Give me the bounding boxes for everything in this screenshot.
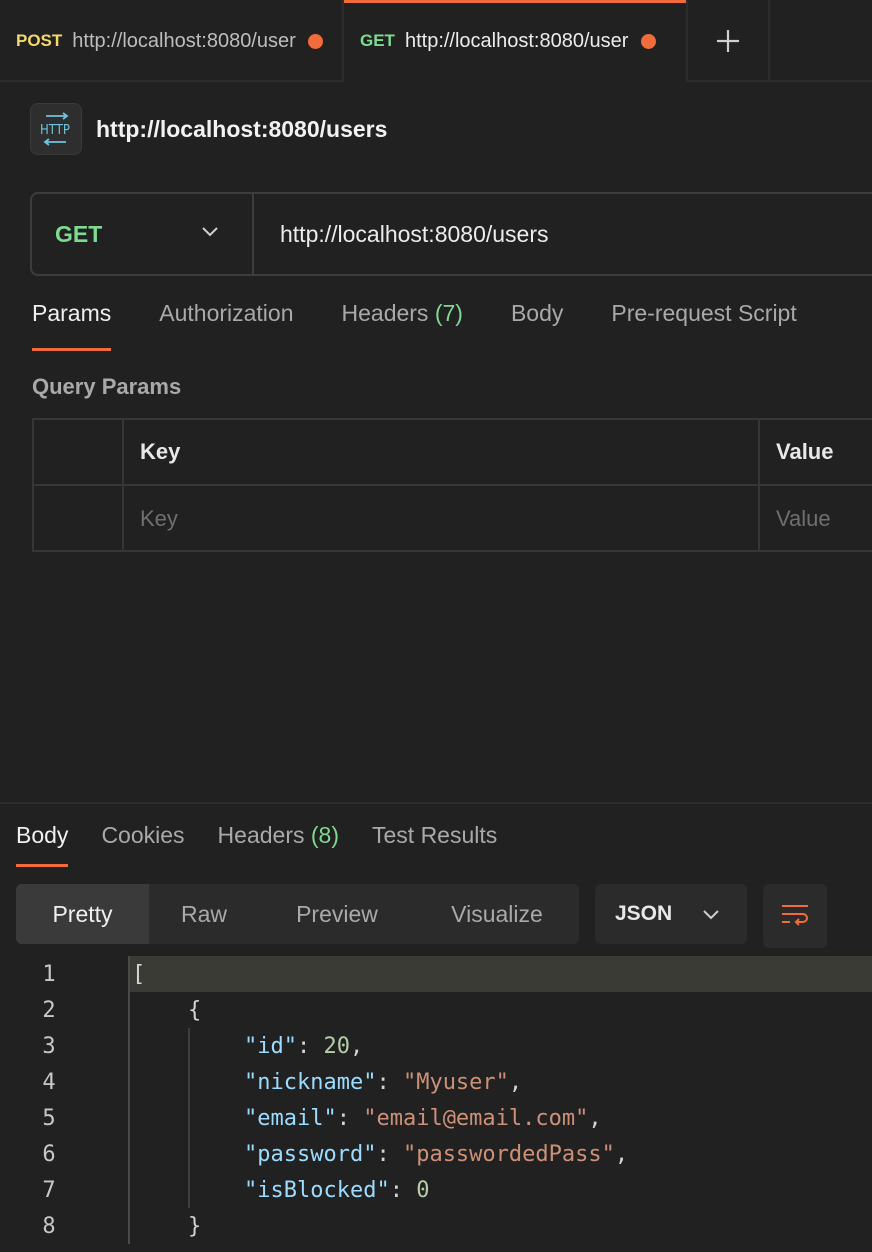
response-body-viewer[interactable]: 1 [ 2 { 3 "id": 20, 4 "nickname": "Myuse… [0, 956, 872, 1252]
tab-prerequest-script[interactable]: Pre-request Script [611, 300, 796, 354]
tab-label: Authorization [159, 300, 294, 326]
method-select[interactable]: GET [32, 194, 254, 274]
code-line: 2 { [0, 992, 872, 1028]
request-tabs: Params Authorization Headers (7) Body Pr… [32, 300, 845, 354]
line-content: } [128, 1208, 872, 1244]
code-line: 7 "isBlocked": 0 [0, 1172, 872, 1208]
url-input[interactable] [254, 194, 872, 274]
line-number: 8 [42, 1213, 56, 1239]
tab-body[interactable]: Body [511, 300, 563, 354]
tab-headers[interactable]: Headers (7) [342, 300, 463, 354]
value-input[interactable]: Value [760, 486, 872, 552]
unsaved-dot-icon [640, 33, 656, 49]
format-select[interactable]: JSON [595, 884, 747, 944]
query-params-table: Key Value Key Value [32, 418, 872, 552]
query-params-label: Query Params [32, 374, 182, 399]
view-raw-button[interactable]: Raw [149, 884, 259, 944]
line-content: "id": 20, [128, 1028, 872, 1064]
checkbox-column-header [34, 420, 124, 484]
wrap-lines-icon [782, 905, 808, 926]
response-tab-cookies[interactable]: Cookies [101, 822, 184, 870]
request-title[interactable]: http://localhost:8080/users [96, 116, 387, 143]
postman-window: { "tabs": [ {"method": "POST", "url": "h… [0, 0, 872, 1252]
code-line: 3 "id": 20, [0, 1028, 872, 1064]
key-input[interactable]: Key [124, 486, 760, 552]
request-tab-bar: POST http://localhost:8080/users GET htt… [0, 0, 872, 82]
request-header: HTTP http://localhost:8080/users [30, 103, 387, 155]
pane-divider[interactable] [0, 802, 872, 804]
code-line: 4 "nickname": "Myuser", [0, 1064, 872, 1100]
chevron-down-icon [202, 227, 218, 237]
headers-count-badge: (7) [434, 300, 463, 326]
plus-icon [717, 30, 739, 52]
line-number: 5 [42, 1105, 56, 1131]
tab-authorization[interactable]: Authorization [159, 300, 293, 354]
code-line: 1 [ [0, 956, 872, 992]
line-number: 6 [42, 1141, 56, 1167]
tab-label: Headers [217, 822, 305, 848]
chevron-down-icon [703, 910, 719, 920]
response-tab-headers[interactable]: Headers (8) [218, 822, 339, 870]
view-preview-button[interactable]: Preview [259, 884, 415, 944]
tab-params[interactable]: Params [32, 300, 112, 354]
http-icon: HTTP [30, 103, 82, 155]
tab-label: Test Results [372, 822, 498, 848]
response-view-switcher: Pretty Raw Preview Visualize [16, 884, 579, 944]
tab-label: Body [510, 300, 564, 326]
tab-label: Pre-request Script [611, 300, 797, 326]
table-row: Key Value [34, 486, 872, 552]
line-number: 1 [42, 961, 56, 987]
unsaved-dot-icon [308, 33, 324, 49]
line-content: [ [128, 956, 872, 992]
view-pretty-button[interactable]: Pretty [16, 884, 149, 944]
new-tab-button[interactable] [688, 0, 770, 82]
line-content: "isBlocked": 0 [128, 1172, 872, 1208]
view-visualize-button[interactable]: Visualize [415, 884, 579, 944]
tab-url: http://localhost:8080/users [404, 29, 629, 52]
tab-post-users[interactable]: POST http://localhost:8080/users [0, 0, 344, 82]
tab-url: http://localhost:8080/users [72, 29, 297, 52]
line-content: "password": "passwordedPass", [128, 1136, 872, 1172]
tab-label: Cookies [101, 822, 185, 848]
line-number: 3 [42, 1033, 56, 1059]
response-tab-test-results[interactable]: Test Results [372, 822, 497, 870]
wrap-lines-button[interactable] [763, 884, 827, 948]
code-line: 5 "email": "email@email.com", [0, 1100, 872, 1136]
response-tab-body[interactable]: Body [16, 822, 69, 870]
line-number: 4 [42, 1069, 56, 1095]
tab-label: Headers [341, 300, 429, 326]
method-value: GET [55, 220, 103, 247]
tab-method: GET [360, 31, 395, 50]
table-header-row: Key Value [34, 420, 872, 486]
tab-get-users[interactable]: GET http://localhost:8080/users [344, 0, 688, 82]
row-checkbox-cell [34, 486, 124, 552]
line-content: "nickname": "Myuser", [128, 1064, 872, 1100]
response-tabs: Body Cookies Headers (8) Test Results [16, 822, 530, 870]
url-bar: GET [30, 192, 872, 276]
headers-count-badge: (8) [310, 822, 339, 848]
tab-label: Body [16, 822, 69, 848]
value-column-header: Value [776, 439, 834, 464]
line-number: 2 [42, 997, 56, 1023]
format-value: JSON [615, 902, 673, 925]
line-number: 7 [42, 1177, 56, 1203]
tab-method: POST [16, 31, 63, 50]
tab-label: Params [32, 300, 112, 326]
line-content: { [128, 992, 872, 1028]
svg-text:HTTP: HTTP [40, 123, 70, 138]
line-content: "email": "email@email.com", [128, 1100, 872, 1136]
code-line: 6 "password": "passwordedPass", [0, 1136, 872, 1172]
key-column-header: Key [124, 420, 760, 484]
code-line: 8 } [0, 1208, 872, 1244]
